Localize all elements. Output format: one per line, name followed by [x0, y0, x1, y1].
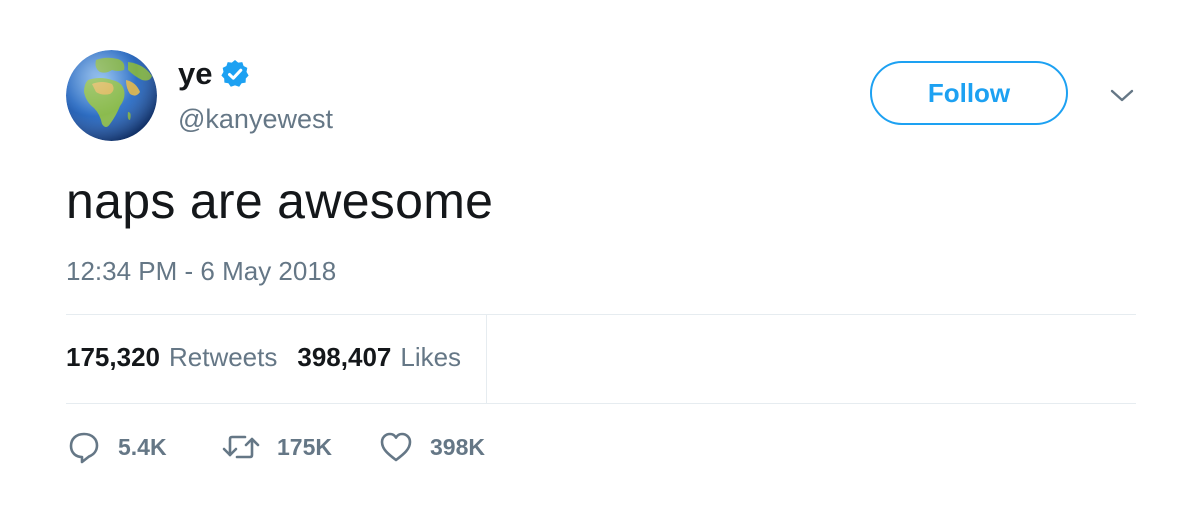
- tweet-stats: 175,320 Retweets 398,407 Likes: [66, 341, 481, 373]
- globe-icon: [66, 50, 157, 141]
- divider: [66, 314, 1136, 315]
- likes-stat[interactable]: 398,407 Likes: [297, 341, 461, 373]
- retweets-count: 175,320: [66, 342, 160, 372]
- user-handle[interactable]: @kanyewest: [178, 103, 333, 135]
- avatar[interactable]: [66, 50, 157, 141]
- chevron-down-icon[interactable]: [1108, 86, 1136, 106]
- tweet-timestamp[interactable]: 12:34 PM - 6 May 2018: [66, 256, 336, 286]
- user-name-row: ye: [178, 56, 250, 92]
- like-count: 398K: [430, 433, 485, 460]
- like-button[interactable]: 398K: [378, 429, 485, 465]
- display-name[interactable]: ye: [178, 56, 212, 92]
- reply-button[interactable]: 5.4K: [66, 429, 221, 465]
- retweet-count: 175K: [277, 433, 332, 460]
- tweet-actions: 5.4K 175K 398K: [66, 427, 485, 467]
- follow-button[interactable]: Follow: [870, 61, 1068, 125]
- retweet-button[interactable]: 175K: [221, 429, 378, 465]
- retweets-label: Retweets: [168, 342, 278, 372]
- heart-icon: [380, 432, 412, 462]
- tweet-text: naps are awesome: [66, 173, 494, 229]
- stats-separator: [486, 314, 487, 404]
- divider: [66, 403, 1136, 404]
- tweet-card: ye @kanyewest Follow naps are awesome 12…: [0, 0, 1200, 506]
- retweet-icon: [222, 435, 260, 459]
- retweets-stat[interactable]: 175,320 Retweets: [66, 341, 277, 373]
- likes-count: 398,407: [297, 342, 392, 372]
- reply-count: 5.4K: [118, 433, 167, 460]
- verified-badge-icon: [220, 59, 250, 89]
- reply-icon: [69, 432, 99, 464]
- likes-label: Likes: [400, 342, 462, 372]
